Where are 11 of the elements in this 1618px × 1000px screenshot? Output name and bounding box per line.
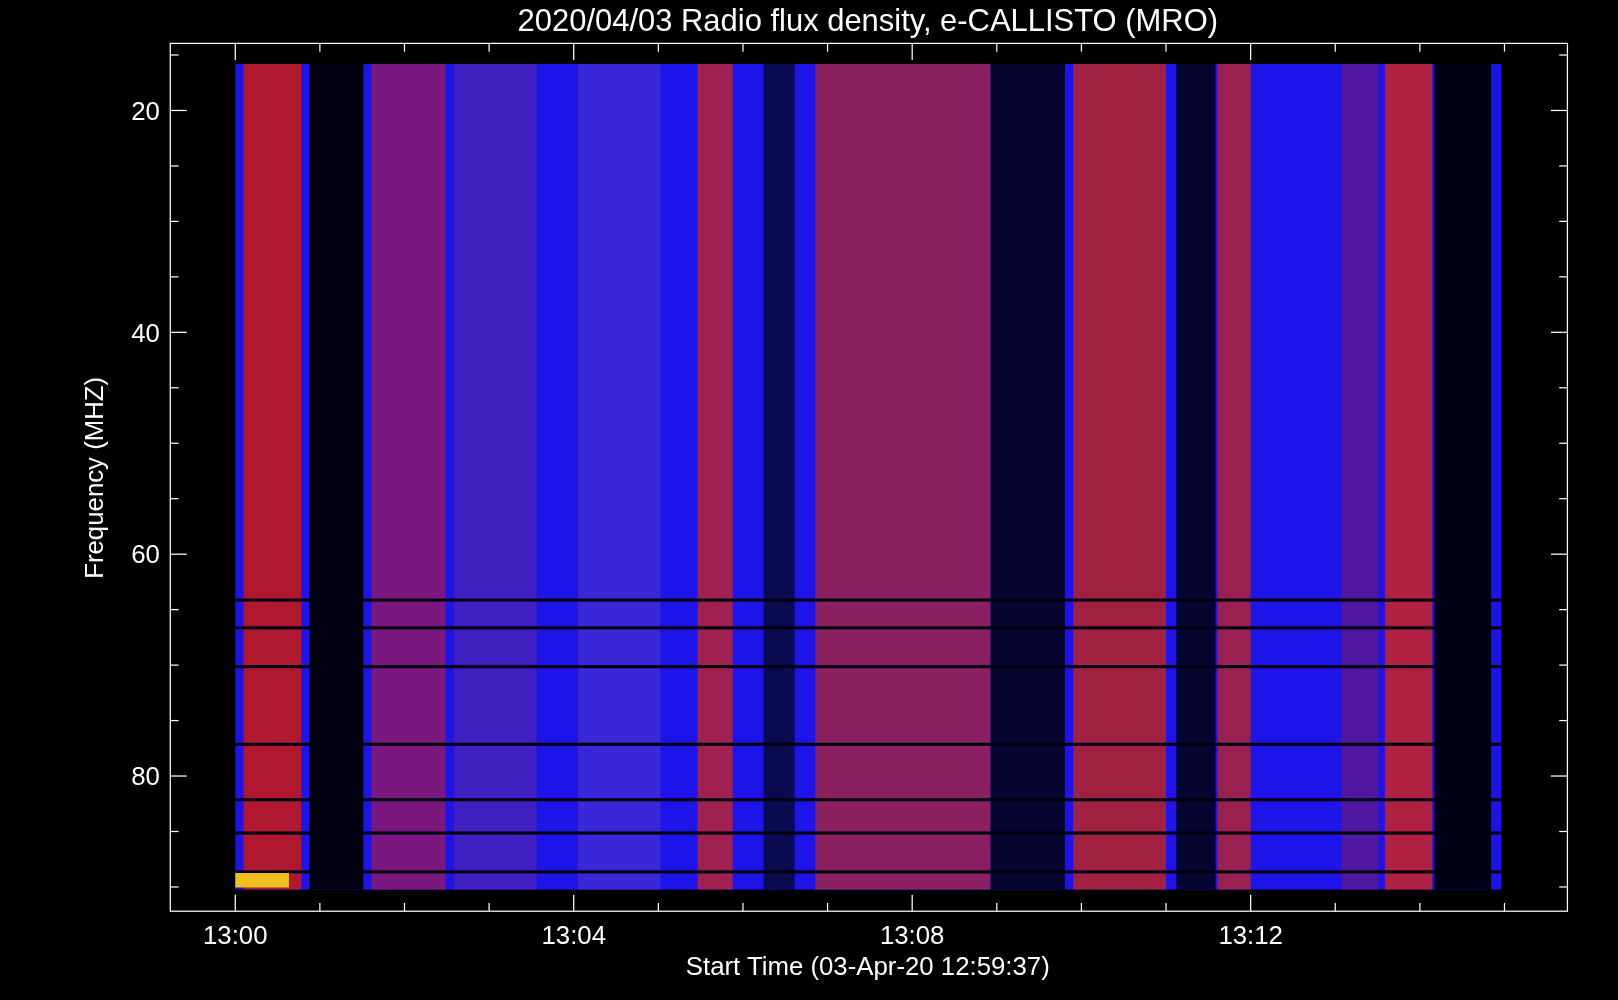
axis-tick-label: 80 <box>131 762 160 791</box>
axis-tick-label: 13:04 <box>541 921 606 950</box>
axis-tick-label: 20 <box>131 96 160 125</box>
axis-title: Start Time (03-Apr-20 12:59:37) <box>685 952 1050 981</box>
axis-tick-label: 13:00 <box>203 921 268 950</box>
chart-title: 2020/04/03 Radio flux density, e-CALLISTO (MRO) <box>517 3 1219 38</box>
axis-title: Frequency (MHZ) <box>80 376 109 579</box>
axis-tick-label: 60 <box>131 540 160 569</box>
axis-tick-label: 13:12 <box>1218 921 1283 950</box>
axis-tick-label: 40 <box>131 318 160 347</box>
axis-tick-label: 13:08 <box>879 921 945 950</box>
